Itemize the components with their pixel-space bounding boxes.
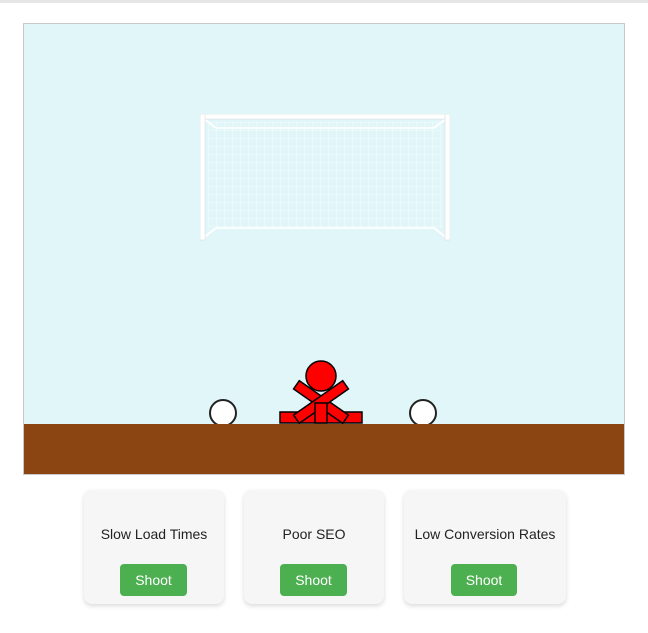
ball-right [409, 399, 437, 427]
card-label: Poor SEO [282, 526, 346, 542]
goal [199, 113, 451, 242]
card-low-conversion-rates: Low Conversion Rates Shoot [404, 490, 566, 604]
goalkeeper-head [305, 360, 337, 392]
ball-left [209, 399, 237, 427]
card-label: Low Conversion Rates [414, 526, 556, 542]
card-poor-seo: Poor SEO Shoot [244, 490, 384, 604]
top-border [0, 0, 648, 3]
ground [24, 424, 624, 474]
card-slow-load-times: Slow Load Times Shoot [84, 490, 224, 604]
goal-net [202, 117, 448, 239]
shoot-button-low-conversion-rates[interactable]: Shoot [451, 564, 517, 596]
card-label: Slow Load Times [100, 526, 208, 542]
shot-cards: Slow Load Times Shoot Poor SEO Shoot Low… [84, 490, 566, 606]
shoot-button-poor-seo[interactable]: Shoot [280, 564, 347, 596]
shoot-button-slow-load-times[interactable]: Shoot [120, 564, 187, 596]
game-field [23, 23, 625, 475]
goalkeeper [278, 359, 364, 425]
goalkeeper-body [314, 402, 328, 424]
